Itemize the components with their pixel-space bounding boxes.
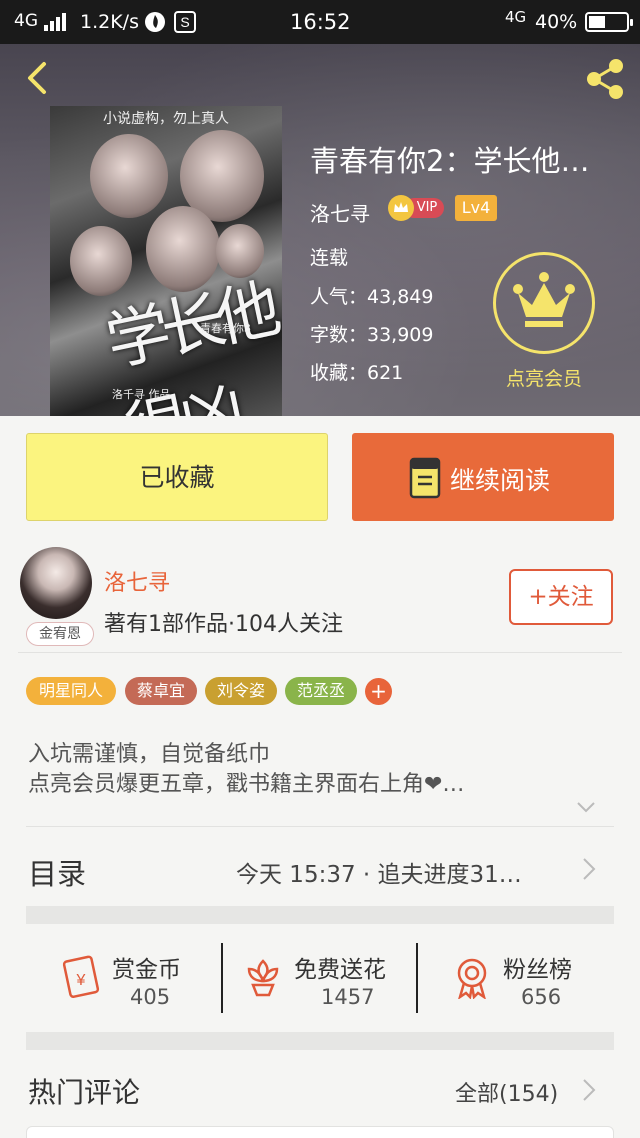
share-icon[interactable]: [582, 56, 628, 102]
clock: 16:52: [290, 10, 351, 34]
intro-line-1: 入坑需谨慎，自觉备纸巾: [28, 742, 271, 767]
reward-coins-value: 405: [130, 985, 171, 1009]
svg-text:¥: ¥: [76, 972, 86, 989]
add-tag-button[interactable]: +: [365, 678, 392, 705]
level-badge: Lv4: [455, 195, 497, 221]
vip-badge: VIP: [388, 195, 444, 221]
network-label: 4G: [14, 11, 38, 31]
svg-text:S: S: [180, 14, 189, 30]
catalog-title[interactable]: 目录: [28, 851, 86, 893]
free-flowers-value: 1457: [321, 985, 375, 1009]
divider: [416, 943, 418, 1013]
divider: [26, 826, 614, 827]
fan-ranking-label[interactable]: 粉丝榜: [503, 950, 572, 984]
book-status: 连载: [310, 247, 349, 269]
tag-item[interactable]: 范丞丞: [285, 677, 357, 705]
signal-icon: [44, 13, 70, 31]
book-word-count: 字数：33,909: [310, 324, 434, 346]
reward-coins-label[interactable]: 赏金币: [112, 950, 181, 984]
chevron-down-icon[interactable]: [576, 800, 596, 814]
book-cover[interactable]: 小说虚构，勿上真人 学长他很凶 青春有你3 洛千寻 作品: [50, 106, 282, 416]
red-envelope-icon[interactable]: ¥: [58, 955, 102, 999]
cover-author: 洛千寻 作品: [112, 388, 171, 401]
chevron-right-icon[interactable]: [582, 1078, 596, 1102]
flower-icon[interactable]: [241, 955, 285, 999]
all-comments-link[interactable]: 全部(154): [455, 1076, 558, 1108]
comment-card[interactable]: [26, 1126, 614, 1138]
avatar[interactable]: [20, 547, 92, 619]
section-band: [26, 1032, 614, 1050]
follow-button[interactable]: +关注: [509, 569, 613, 625]
avatar-tag: 金宥恩: [26, 622, 94, 646]
continue-reading-label: 继续阅读: [450, 466, 551, 495]
flame-app-icon: [145, 12, 165, 32]
divider: [221, 943, 223, 1013]
tag-item[interactable]: 刘令姿: [205, 677, 277, 705]
battery-icon: [585, 12, 633, 32]
author-meta: 著有1部作品·104人关注: [104, 612, 343, 637]
tag-item[interactable]: 明星同人: [26, 677, 116, 705]
book-favorites: 收藏：621: [310, 362, 404, 384]
back-arrow-icon[interactable]: [18, 58, 58, 98]
divider: [18, 652, 622, 653]
medal-icon[interactable]: [450, 955, 494, 999]
book-icon: [409, 457, 441, 499]
section-band: [26, 906, 614, 924]
crown-badge-icon: [388, 195, 414, 221]
chevron-right-icon[interactable]: [582, 857, 596, 881]
intro-line-2[interactable]: 点亮会员爆更五章，戳书籍主界面右上角❤…: [28, 766, 464, 798]
network-right-label: 4G: [505, 8, 527, 26]
status-bar: 4G 1.2K/s S 16:52 4G 40%: [0, 0, 640, 44]
fan-ranking-value: 656: [521, 985, 562, 1009]
free-flowers-label[interactable]: 免费送花: [294, 950, 386, 984]
cover-series: 青春有你3: [200, 322, 251, 335]
book-author[interactable]: 洛七寻: [310, 198, 370, 227]
author-name[interactable]: 洛七寻: [104, 565, 170, 597]
collected-button[interactable]: 已收藏: [26, 433, 328, 521]
book-title: 青春有你2：学长他…: [310, 144, 590, 178]
speed-label: 1.2K/s: [80, 11, 139, 33]
hot-comments-title: 热门评论: [28, 1076, 141, 1109]
battery-percent: 40%: [535, 11, 578, 33]
book-popularity: 人气：43,849: [310, 286, 434, 308]
cover-tagline: 小说虚构，勿上真人: [103, 111, 229, 127]
member-crown-icon[interactable]: [493, 252, 595, 354]
tag-item[interactable]: 蔡卓宜: [125, 677, 197, 705]
member-label[interactable]: 点亮会员: [496, 364, 592, 391]
catalog-latest[interactable]: 今天 15:37 · 追夫进度31…: [236, 855, 522, 889]
s-app-icon: S: [174, 11, 196, 33]
continue-reading-button[interactable]: 继续阅读: [352, 433, 614, 521]
